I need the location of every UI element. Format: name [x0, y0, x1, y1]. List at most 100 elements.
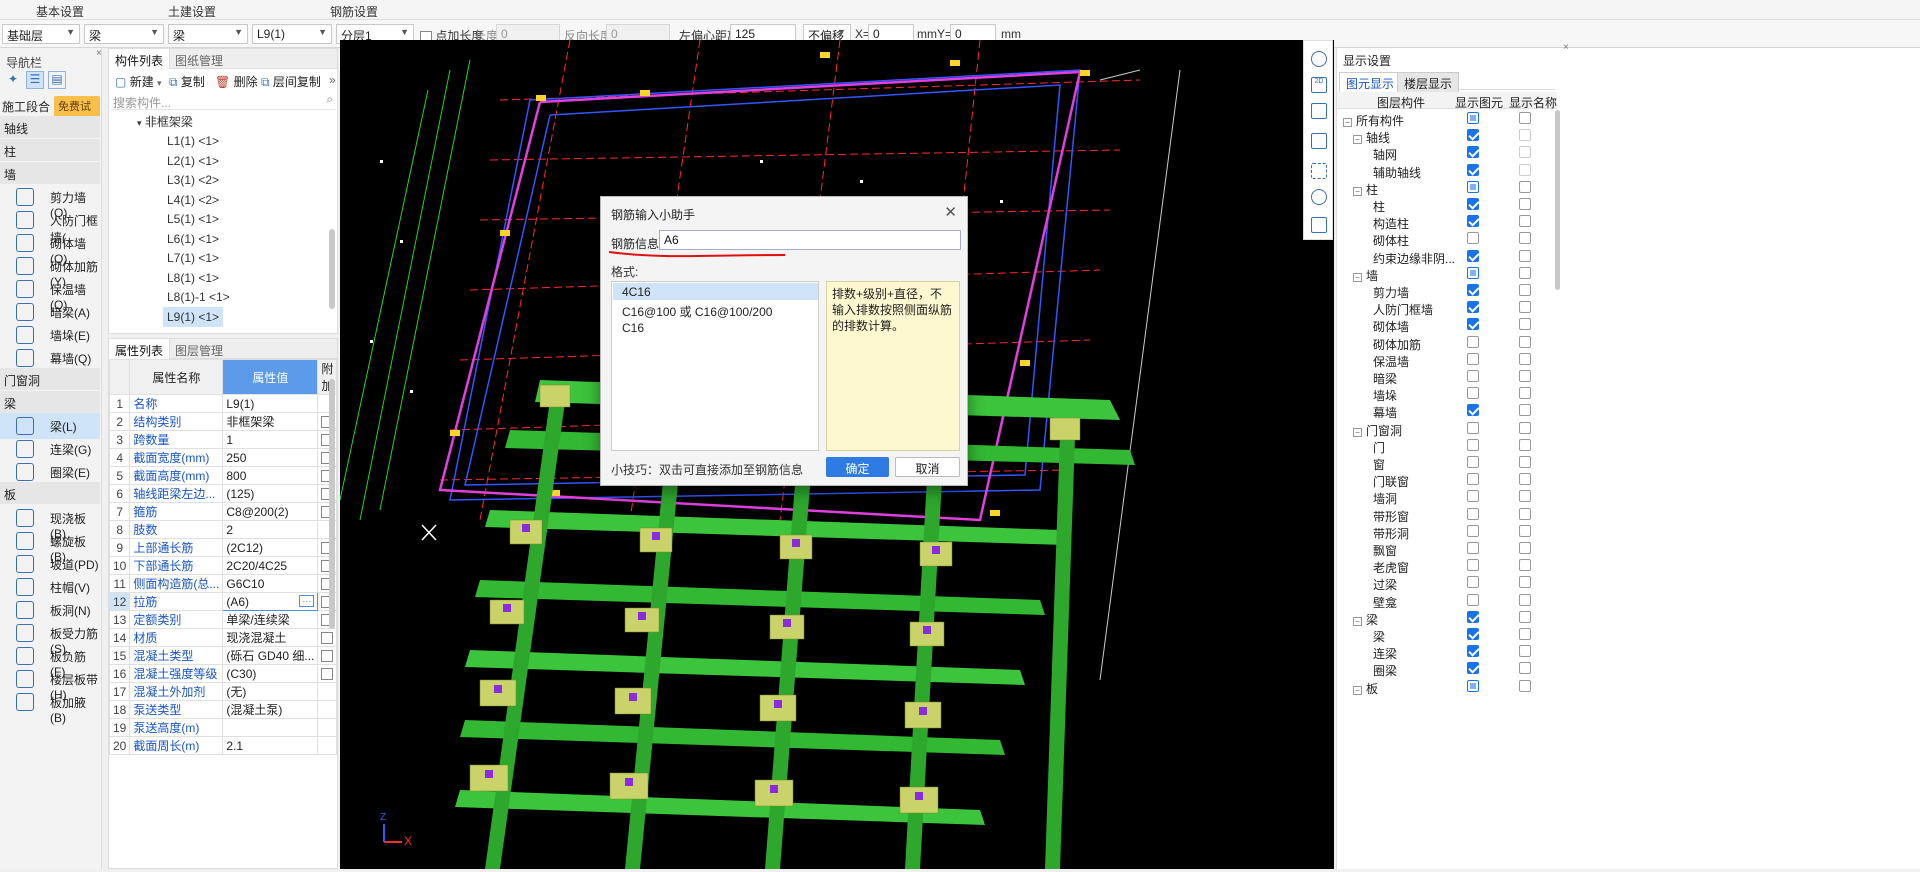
show-name-checkbox[interactable]: [1519, 524, 1531, 540]
display-row[interactable]: 轴网: [1337, 144, 1557, 162]
show-element-checkbox[interactable]: [1467, 249, 1479, 265]
show-name-checkbox[interactable]: [1519, 198, 1531, 213]
collapse-icon[interactable]: −: [1343, 118, 1352, 127]
display-row[interactable]: 砌体墙: [1337, 316, 1557, 334]
extra-cell[interactable]: [317, 682, 338, 701]
show-element-checkbox[interactable]: [1467, 679, 1479, 695]
property-value[interactable]: L9(1): [222, 394, 319, 413]
extra-cell[interactable]: [317, 736, 338, 755]
show-element-checkbox[interactable]: [1467, 473, 1479, 488]
nav-section-column[interactable]: 柱: [0, 139, 100, 161]
property-value[interactable]: 非框架梁: [222, 412, 319, 431]
cancel-button[interactable]: 取消: [895, 457, 960, 477]
show-element-checkbox[interactable]: [1467, 559, 1479, 574]
dynamic-view-icon[interactable]: [1311, 189, 1327, 205]
show-element-checkbox[interactable]: [1467, 628, 1479, 643]
show-name-checkbox[interactable]: [1519, 129, 1531, 144]
show-name-checkbox[interactable]: [1519, 559, 1531, 574]
close-icon[interactable]: ✕: [944, 203, 957, 221]
show-element-checkbox[interactable]: [1467, 576, 1479, 591]
extra-cell[interactable]: [317, 628, 338, 647]
extra-cell[interactable]: [317, 718, 338, 737]
show-name-checkbox[interactable]: [1519, 163, 1531, 179]
extra-cell[interactable]: [317, 664, 338, 683]
show-element-checkbox[interactable]: [1467, 610, 1479, 626]
ribbon-tab-civil[interactable]: 土建设置: [168, 3, 216, 20]
display-row[interactable]: 辅助轴线: [1337, 162, 1557, 180]
floor-copy-button[interactable]: ⧉ 层间复制: [261, 73, 321, 90]
show-element-checkbox[interactable]: [1467, 370, 1479, 385]
component-item[interactable]: L5(1) <1>: [163, 209, 223, 229]
nav-section-wall[interactable]: 墙: [0, 162, 100, 184]
property-value[interactable]: (2C12): [222, 538, 319, 557]
show-name-checkbox[interactable]: [1519, 662, 1531, 677]
display-row[interactable]: 连梁: [1337, 643, 1557, 661]
show-element-checkbox[interactable]: [1467, 404, 1479, 419]
card-view-icon[interactable]: ▤: [48, 71, 66, 89]
show-element-checkbox[interactable]: [1467, 232, 1479, 247]
show-name-checkbox[interactable]: [1519, 232, 1531, 247]
show-name-checkbox[interactable]: [1519, 318, 1531, 333]
show-name-checkbox[interactable]: [1519, 438, 1531, 454]
show-element-checkbox[interactable]: [1467, 198, 1479, 213]
show-element-checkbox[interactable]: [1467, 438, 1479, 454]
rebar-info-input[interactable]: A6: [659, 230, 961, 250]
property-row[interactable]: 9 上部通长筋 (2C12): [108, 538, 338, 557]
show-element-checkbox[interactable]: [1467, 163, 1479, 179]
property-row[interactable]: 19 泵送高度(m): [108, 718, 338, 737]
category-select[interactable]: 梁 ▼: [84, 24, 164, 44]
display-row[interactable]: − 所有构件: [1337, 110, 1557, 128]
nav-section-axis[interactable]: 轴线: [0, 116, 100, 138]
property-value[interactable]: 800: [222, 466, 319, 485]
scrollbar[interactable]: [329, 379, 335, 629]
show-element-checkbox[interactable]: [1467, 387, 1479, 402]
display-row[interactable]: 墙洞: [1337, 488, 1557, 506]
display-row[interactable]: 门: [1337, 437, 1557, 455]
show-name-checkbox[interactable]: [1519, 335, 1531, 351]
display-row[interactable]: 砌体柱: [1337, 230, 1557, 248]
show-name-checkbox[interactable]: [1519, 266, 1531, 282]
tab-component-list[interactable]: 构件列表: [109, 49, 171, 69]
display-row[interactable]: 过梁: [1337, 574, 1557, 592]
property-row[interactable]: 3 跨数量 1: [108, 430, 338, 449]
show-element-checkbox[interactable]: [1467, 456, 1479, 471]
show-name-checkbox[interactable]: [1519, 387, 1531, 402]
tab-floor-display[interactable]: 楼层显示: [1397, 72, 1460, 94]
ribbon-tab-basic[interactable]: 基本设置: [36, 3, 84, 20]
collapse-icon[interactable]: −: [1353, 186, 1362, 196]
nav-section-beam[interactable]: 梁: [0, 391, 100, 413]
show-element-checkbox[interactable]: [1467, 284, 1479, 299]
property-row[interactable]: 18 泵送类型 (混凝土泵): [108, 700, 338, 719]
property-row[interactable]: 15 混凝土类型 (砾石 GD40 细...: [108, 646, 338, 665]
display-row[interactable]: − 门窗洞: [1337, 420, 1557, 438]
zoom-extent-icon[interactable]: [1311, 163, 1327, 179]
collapse-icon[interactable]: −: [1353, 685, 1362, 695]
property-value[interactable]: 2C20/4C25: [222, 556, 319, 575]
tab-element-display[interactable]: 图元显示: [1339, 72, 1402, 94]
collapse-icon[interactable]: −: [1353, 272, 1362, 282]
property-value[interactable]: 2.1: [222, 736, 319, 755]
display-row[interactable]: − 轴线: [1337, 127, 1557, 145]
show-element-checkbox[interactable]: [1467, 524, 1479, 540]
property-value[interactable]: (C30): [222, 664, 319, 683]
property-value[interactable]: 2: [222, 520, 319, 539]
display-row[interactable]: 飘窗: [1337, 540, 1557, 558]
nav-section-slab[interactable]: 板: [0, 482, 100, 504]
close-icon[interactable]: ×: [96, 48, 102, 59]
property-row[interactable]: 14 材质 现浇混凝土: [108, 628, 338, 647]
component-item-selected[interactable]: L9(1) <1>: [163, 307, 224, 327]
property-row[interactable]: 2 结构类别 非框架梁: [108, 412, 338, 431]
show-element-checkbox[interactable]: [1467, 266, 1479, 282]
display-row[interactable]: − 梁: [1337, 609, 1557, 627]
copy-button[interactable]: ⧉ 复制: [169, 73, 205, 90]
2d-view-icon[interactable]: 2D: [1311, 77, 1327, 93]
property-value[interactable]: (砾石 GD40 细...: [222, 646, 319, 665]
search-input[interactable]: 搜索构件...: [113, 94, 171, 111]
display-row[interactable]: 老虎窗: [1337, 557, 1557, 575]
show-name-checkbox[interactable]: [1519, 370, 1531, 385]
orbit-icon[interactable]: [1311, 51, 1327, 67]
display-row[interactable]: − 板: [1337, 678, 1557, 696]
property-row[interactable]: 12 拉筋 (A6) ···: [108, 592, 338, 611]
display-row[interactable]: 构造柱: [1337, 213, 1557, 231]
property-row[interactable]: 5 截面高度(mm) 800: [108, 466, 338, 485]
